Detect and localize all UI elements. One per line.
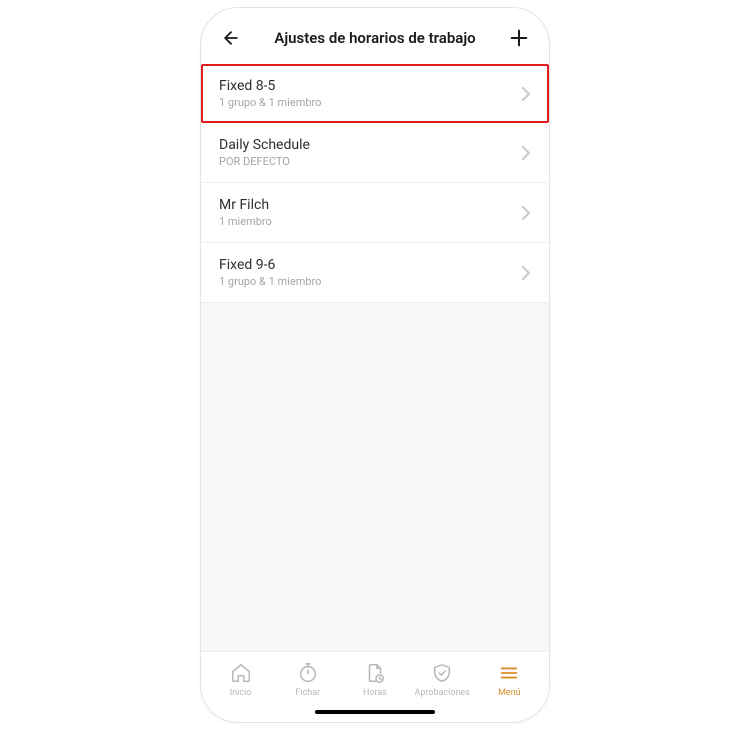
chevron-right-icon (521, 146, 531, 160)
schedule-item-daily[interactable]: Daily Schedule POR DEFECTO (201, 123, 549, 183)
stopwatch-icon (297, 662, 319, 684)
chevron-right-icon (521, 87, 531, 101)
page-title: Ajustes de horarios de trabajo (243, 29, 507, 47)
item-label: Fixed 9-6 (219, 257, 321, 273)
back-button[interactable] (219, 26, 243, 50)
schedule-list: Fixed 8-5 1 grupo & 1 miembro Daily Sche… (201, 64, 549, 303)
item-text: Daily Schedule POR DEFECTO (219, 137, 310, 168)
home-icon (230, 662, 252, 684)
header-bar: Ajustes de horarios de trabajo (201, 8, 549, 64)
item-text: Fixed 9-6 1 grupo & 1 miembro (219, 257, 321, 288)
schedule-item-fixed-8-5[interactable]: Fixed 8-5 1 grupo & 1 miembro (201, 64, 549, 123)
content-area: Fixed 8-5 1 grupo & 1 miembro Daily Sche… (201, 64, 549, 651)
item-text: Mr Filch 1 miembro (219, 197, 272, 228)
shield-check-icon (431, 662, 453, 684)
item-subtitle: 1 grupo & 1 miembro (219, 96, 321, 109)
plus-icon (508, 27, 530, 49)
document-clock-icon (364, 662, 386, 684)
nav-hours[interactable]: Horas (345, 662, 405, 698)
menu-icon (498, 662, 520, 684)
item-label: Fixed 8-5 (219, 78, 321, 94)
schedule-item-mr-filch[interactable]: Mr Filch 1 miembro (201, 183, 549, 243)
nav-label: Menú (498, 688, 521, 698)
item-subtitle: 1 miembro (219, 215, 272, 228)
home-indicator (315, 710, 435, 714)
phone-frame: Ajustes de horarios de trabajo Fixed 8-5… (200, 7, 550, 723)
item-label: Mr Filch (219, 197, 272, 213)
item-subtitle: 1 grupo & 1 miembro (219, 275, 321, 288)
chevron-right-icon (521, 266, 531, 280)
nav-label: Horas (363, 688, 387, 698)
arrow-left-icon (221, 28, 241, 48)
chevron-right-icon (521, 206, 531, 220)
nav-label: Fichar (295, 688, 320, 698)
nav-menu[interactable]: Menú (479, 662, 539, 698)
item-label: Daily Schedule (219, 137, 310, 153)
schedule-item-fixed-9-6[interactable]: Fixed 9-6 1 grupo & 1 miembro (201, 243, 549, 303)
item-text: Fixed 8-5 1 grupo & 1 miembro (219, 78, 321, 109)
nav-label: Inicio (230, 688, 252, 698)
add-button[interactable] (507, 26, 531, 50)
nav-punch[interactable]: Fichar (278, 662, 338, 698)
nav-home[interactable]: Inicio (211, 662, 271, 698)
bottom-nav: Inicio Fichar Horas Aprobaciones Menú (201, 651, 549, 704)
item-subtitle: POR DEFECTO (219, 155, 310, 168)
nav-approvals[interactable]: Aprobaciones (412, 662, 472, 698)
nav-label: Aprobaciones (414, 688, 469, 698)
